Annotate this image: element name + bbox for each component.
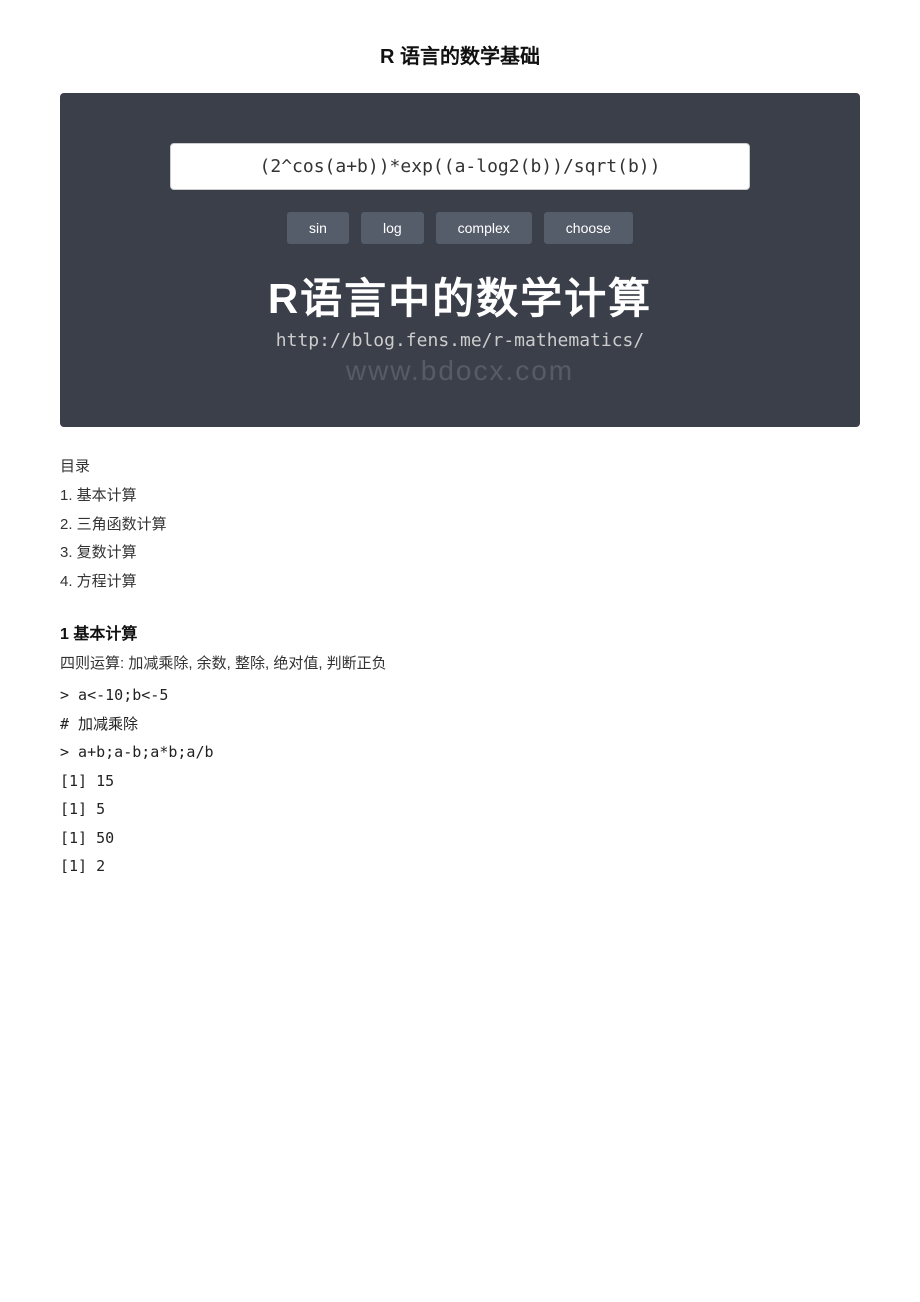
banner-subtitle: http://blog.fens.me/r-mathematics/ bbox=[268, 330, 652, 351]
log-button[interactable]: log bbox=[361, 212, 424, 244]
banner-title-section: R语言中的数学计算 http://blog.fens.me/r-mathemat… bbox=[268, 274, 652, 387]
complex-button[interactable]: complex bbox=[436, 212, 532, 244]
code-line-1: > a<-10;b<-5 bbox=[60, 681, 860, 710]
section1-description: 四则运算: 加减乘除, 余数, 整除, 绝对值, 判断正负 bbox=[60, 650, 860, 677]
output-line-1: [1] 15 bbox=[60, 767, 860, 796]
toc-item-3: 3. 复数计算 bbox=[60, 539, 860, 568]
choose-button[interactable]: choose bbox=[544, 212, 633, 244]
watermark: www.bdocx.com bbox=[268, 355, 652, 387]
toc-item-1: 1. 基本计算 bbox=[60, 482, 860, 511]
code-line-3: > a+b;a-b;a*b;a/b bbox=[60, 738, 860, 767]
banner-section: (2^cos(a+b))*exp((a-log2(b))/sqrt(b)) si… bbox=[60, 93, 860, 427]
code-line-2: # 加减乘除 bbox=[60, 710, 860, 739]
section1: 1 基本计算 四则运算: 加减乘除, 余数, 整除, 绝对值, 判断正负 > a… bbox=[60, 620, 860, 881]
button-row: sin log complex choose bbox=[287, 212, 633, 244]
page-title: R 语言的数学基础 bbox=[60, 40, 860, 69]
formula-display: (2^cos(a+b))*exp((a-log2(b))/sqrt(b)) bbox=[170, 143, 750, 190]
sin-button[interactable]: sin bbox=[287, 212, 349, 244]
toc-item-2: 2. 三角函数计算 bbox=[60, 511, 860, 540]
toc-heading: 目录 bbox=[60, 455, 860, 476]
toc-item-4: 4. 方程计算 bbox=[60, 568, 860, 597]
output-line-3: [1] 50 bbox=[60, 824, 860, 853]
section1-heading: 1 基本计算 bbox=[60, 620, 860, 644]
output-line-4: [1] 2 bbox=[60, 852, 860, 881]
output-line-2: [1] 5 bbox=[60, 795, 860, 824]
toc-section: 目录 1. 基本计算 2. 三角函数计算 3. 复数计算 4. 方程计算 bbox=[60, 455, 860, 596]
banner-main-title: R语言中的数学计算 bbox=[268, 274, 652, 324]
